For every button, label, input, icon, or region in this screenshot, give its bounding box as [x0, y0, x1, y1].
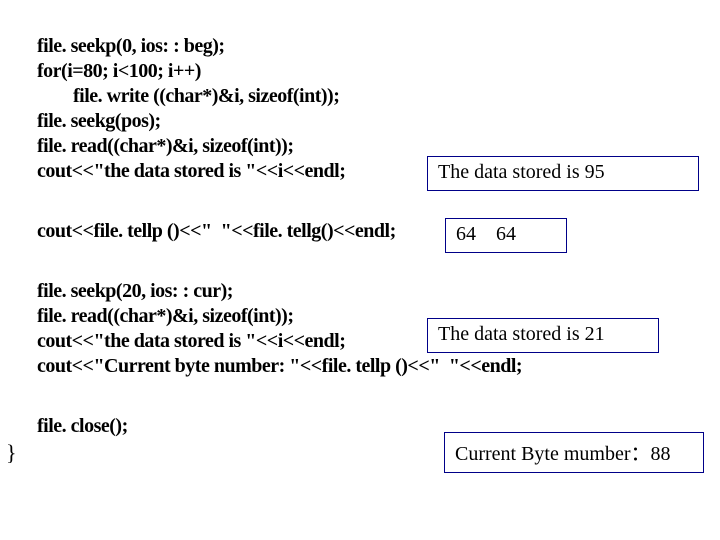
code-line-3: file. write ((char*)&i, sizeof(int));: [37, 85, 339, 108]
output-box-1: The data stored is 95: [427, 156, 699, 191]
code-line-2: for(i=80; i<100; i++): [37, 60, 201, 83]
closing-brace: }: [6, 440, 17, 466]
code-line-7: cout<<file. tellp ()<<" "<<file. tellg()…: [37, 220, 396, 243]
code-line-8: file. seekp(20, ios: : cur);: [37, 280, 233, 303]
code-line-1: file. seekp(0, ios: : beg);: [37, 35, 225, 58]
code-line-11: cout<<"Current byte number: "<<file. tel…: [37, 355, 522, 378]
code-line-12: file. close();: [37, 415, 128, 438]
code-line-5: file. read((char*)&i, sizeof(int));: [37, 135, 293, 158]
code-line-10: cout<<"the data stored is "<<i<<endl;: [37, 330, 345, 353]
output-box-4: Current Byte mumber：88: [444, 432, 704, 473]
code-line-6: cout<<"the data stored is "<<i<<endl;: [37, 160, 345, 183]
code-line-4: file. seekg(pos);: [37, 110, 161, 133]
output-box-3: The data stored is 21: [427, 318, 659, 353]
code-line-9: file. read((char*)&i, sizeof(int));: [37, 305, 293, 328]
output-box-2: 64 64: [445, 218, 567, 253]
